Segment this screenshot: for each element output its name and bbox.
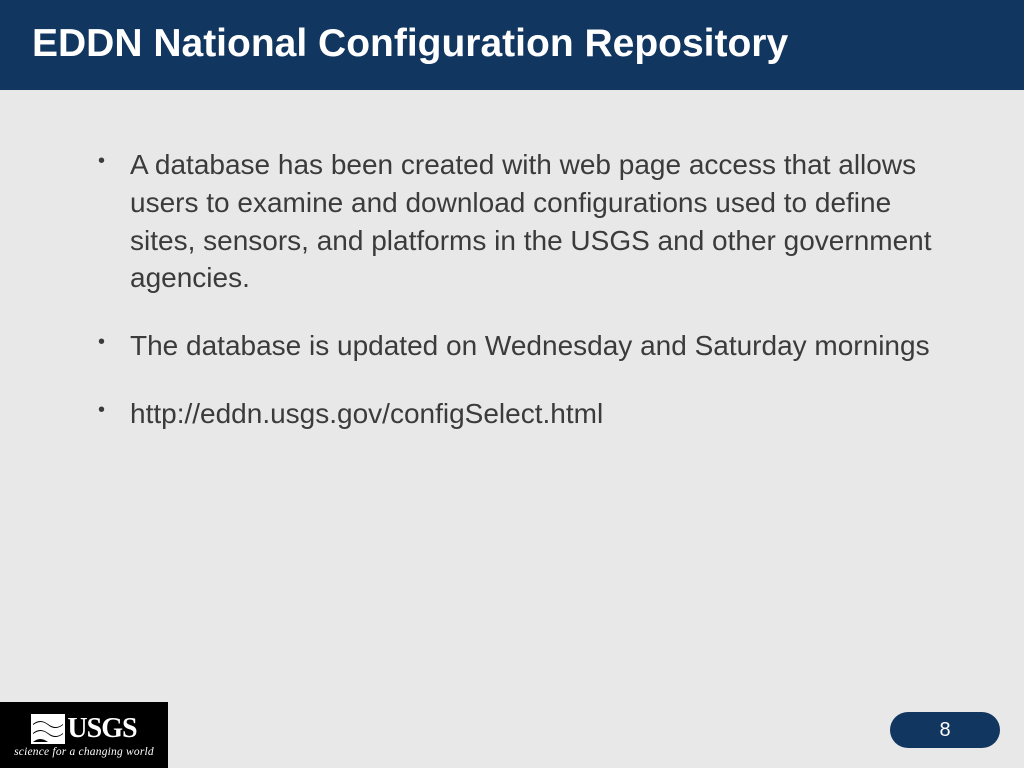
usgs-logo: USGS science for a changing world: [0, 702, 168, 768]
bullet-list: A database has been created with web pag…: [90, 146, 934, 433]
slide-body: A database has been created with web pag…: [0, 90, 1024, 433]
slide: EDDN National Configuration Repository A…: [0, 0, 1024, 768]
logo-name: USGS: [67, 713, 136, 745]
logo-top-row: USGS: [31, 713, 136, 745]
bullet-item: The database is updated on Wednesday and…: [90, 327, 934, 365]
bullet-item: A database has been created with web pag…: [90, 146, 934, 297]
page-number: 8: [939, 719, 950, 742]
page-number-badge: 8: [890, 712, 1000, 748]
title-bar: EDDN National Configuration Repository: [0, 0, 1024, 90]
usgs-waves-icon: [31, 714, 65, 744]
footer: USGS science for a changing world 8: [0, 696, 1024, 768]
bullet-item: http://eddn.usgs.gov/configSelect.html: [90, 395, 934, 433]
slide-title: EDDN National Configuration Repository: [32, 22, 992, 66]
logo-tagline: science for a changing world: [14, 746, 154, 758]
